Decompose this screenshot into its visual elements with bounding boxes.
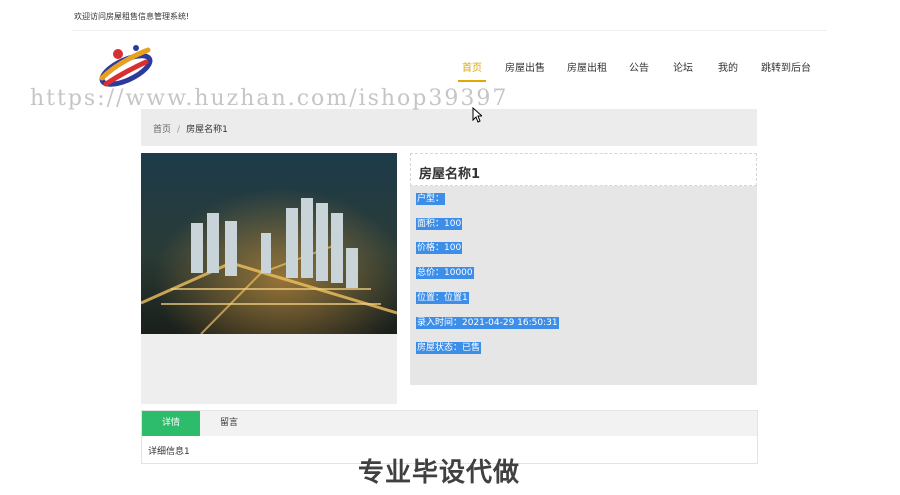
info-status: 房屋状态：已售 <box>416 342 482 354</box>
nav-item-home[interactable]: 首页 <box>458 62 486 82</box>
tab-content: 详细信息1 <box>148 447 190 457</box>
main-nav: 首页 房屋出售 房屋出租 公告 论坛 我的 跳转到后台 <box>0 62 900 82</box>
house-title-box: 房屋名称1 <box>410 153 757 186</box>
nav-item-forum[interactable]: 论坛 <box>672 62 694 80</box>
info-location: 位置：位置1 <box>416 292 469 304</box>
breadcrumb-current: 房屋名称1 <box>186 125 228 135</box>
breadcrumb-bar: 首页 / 房屋名称1 <box>141 109 757 146</box>
overlay-banner-text: 专业毕设代做 <box>358 458 521 488</box>
welcome-text: 欢迎访问房屋租售信息管理系统! <box>74 12 190 21</box>
house-info-panel: 房屋名称1 户型： 面积：100 价格：100 总价：10000 位置：位置1 … <box>410 153 757 385</box>
top-bar: 欢迎访问房屋租售信息管理系统! <box>72 0 827 31</box>
house-photo <box>141 153 397 334</box>
image-panel <box>141 153 397 404</box>
info-price: 价格：100 <box>416 242 463 254</box>
info-area: 面积：100 <box>416 218 463 230</box>
tab-message[interactable]: 留言 <box>200 411 258 436</box>
nav-item-admin[interactable]: 跳转到后台 <box>760 62 812 80</box>
tab-detail[interactable]: 详情 <box>142 411 200 436</box>
breadcrumb: 首页 / 房屋名称1 <box>153 122 228 135</box>
info-entry-time: 录入时间：2021-04-29 16:50:31 <box>416 317 559 329</box>
house-title: 房屋名称1 <box>419 167 481 182</box>
tab-strip: 详情 留言 <box>142 411 757 436</box>
breadcrumb-home[interactable]: 首页 <box>153 125 171 135</box>
nav-item-house-sale[interactable]: 房屋出售 <box>504 62 546 80</box>
info-total-price: 总价：10000 <box>416 267 474 279</box>
breadcrumb-separator: / <box>177 125 181 135</box>
nav-item-notice[interactable]: 公告 <box>628 62 650 80</box>
mouse-cursor-icon <box>472 107 482 123</box>
nav-item-house-rent[interactable]: 房屋出租 <box>566 62 608 80</box>
nav-item-mine[interactable]: 我的 <box>716 62 740 80</box>
info-layout: 户型： <box>416 193 446 205</box>
